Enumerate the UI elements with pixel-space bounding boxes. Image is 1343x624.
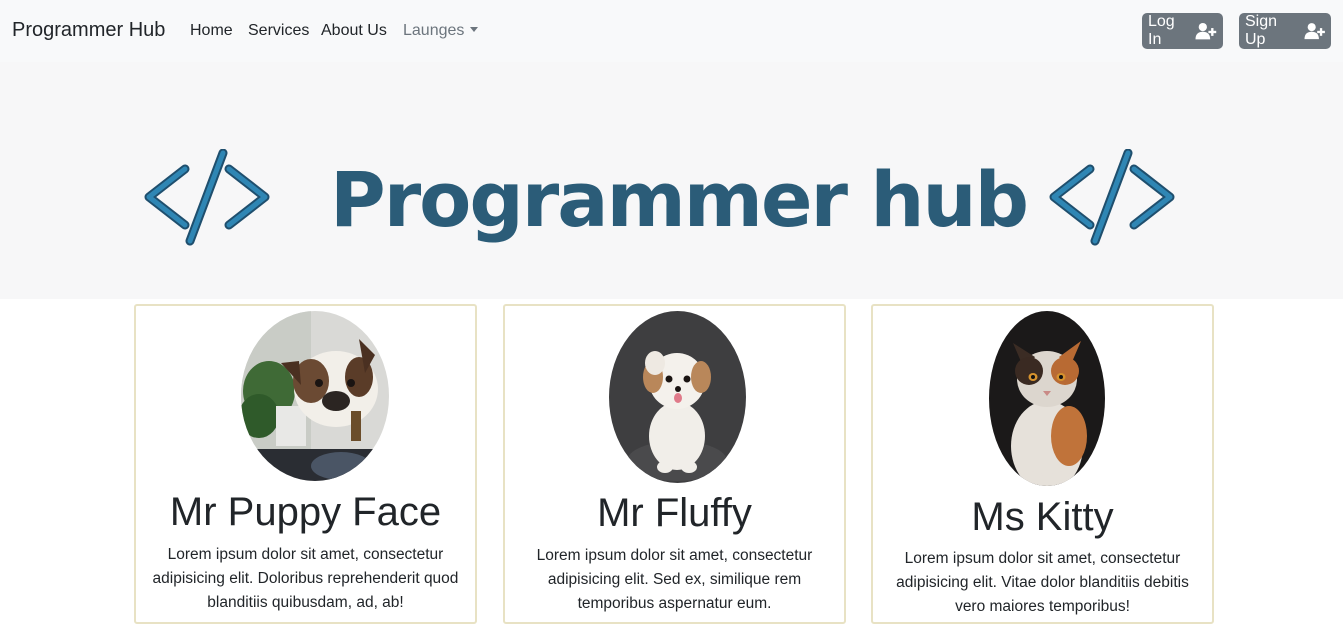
nav-link-about-us[interactable]: About Us: [321, 22, 387, 40]
caret-down-icon: [470, 27, 479, 32]
pet-photo: [241, 311, 389, 481]
signup-button[interactable]: Sign Up: [1239, 13, 1331, 49]
user-plus-icon: [1195, 22, 1217, 40]
card-title: Ms Kitty: [971, 495, 1114, 539]
card-title: Mr Fluffy: [597, 491, 752, 535]
nav-link-services[interactable]: Services: [248, 22, 309, 40]
code-brackets-icon: [144, 149, 270, 246]
navbar-brand[interactable]: Programmer Hub: [12, 19, 165, 42]
card-text: Lorem ipsum dolor sit amet, consectetur …: [536, 547, 813, 612]
white-fluffy-dog-photo: [609, 311, 746, 483]
user-plus-icon: [1304, 23, 1325, 40]
calico-cat-photo: [989, 311, 1105, 486]
nav-link-home[interactable]: Home: [190, 22, 233, 40]
french-bulldog-photo: [241, 311, 389, 481]
hero-banner: Programmer hub: [0, 62, 1343, 299]
login-button[interactable]: Log In: [1142, 13, 1223, 49]
signup-label: Sign Up: [1245, 13, 1278, 48]
pet-card: Ms Kitty Lorem ipsum dolor sit amet, con…: [871, 304, 1214, 624]
hero-title: Programmer hub: [330, 155, 1029, 244]
pet-photo: [989, 311, 1105, 486]
navbar: Programmer Hub Home Services About Us La…: [0, 0, 1343, 62]
card-text: Lorem ipsum dolor sit amet, consectetur …: [896, 550, 1189, 615]
login-label: Log In: [1148, 13, 1175, 48]
nav-dropdown-label: Launges: [403, 22, 465, 39]
pet-card: Mr Puppy Face Lorem ipsum dolor sit amet…: [134, 304, 477, 624]
pet-photo: [609, 311, 746, 483]
card-title: Mr Puppy Face: [169, 490, 442, 534]
nav-dropdown-launges[interactable]: Launges: [403, 22, 479, 40]
card-text: Lorem ipsum dolor sit amet, consectetur …: [152, 546, 459, 611]
pet-card: Mr Fluffy Lorem ipsum dolor sit amet, co…: [503, 304, 846, 624]
code-brackets-icon: [1049, 149, 1175, 246]
